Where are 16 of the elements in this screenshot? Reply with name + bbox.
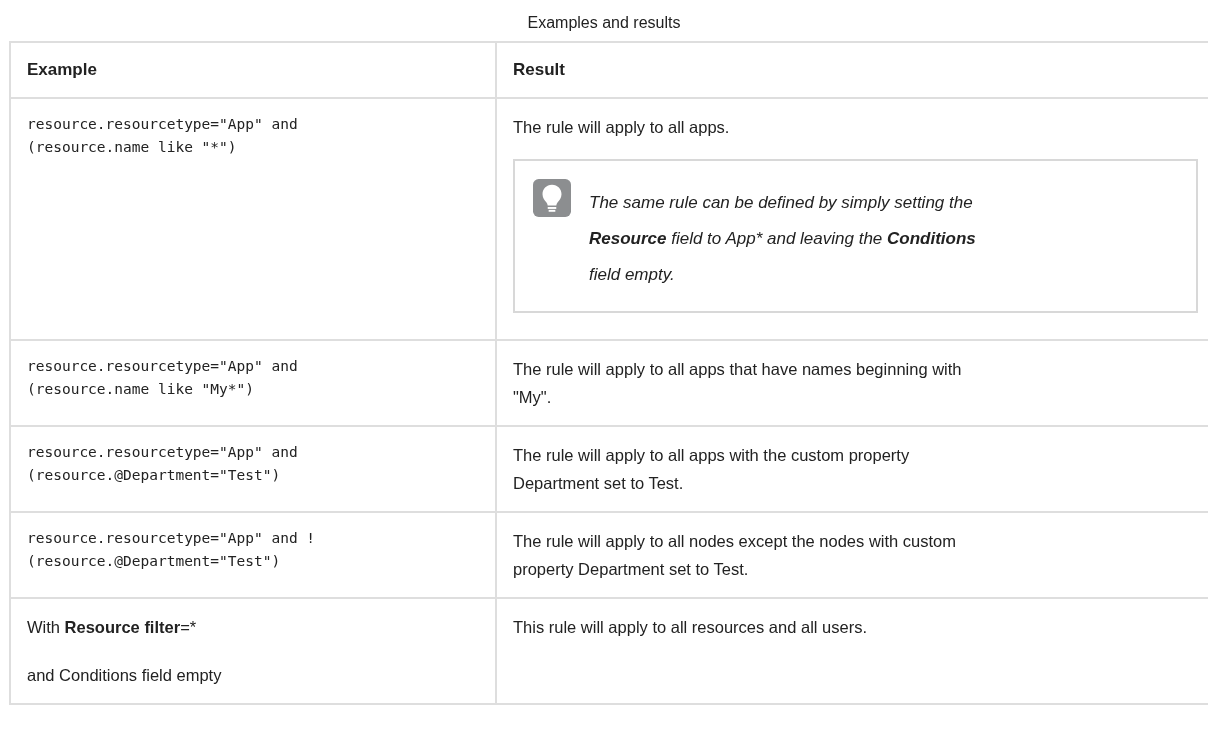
code-example: resource.resourcetype="App" and (resource.name like "*"): [27, 115, 299, 157]
code-example: resource.resourcetype="App" and ! (resource.@Department="Test"): [27, 529, 317, 571]
result-text: The rule will apply to all apps that have names beginning with "My".: [513, 359, 963, 408]
result-text: The rule will apply to all apps.: [513, 117, 731, 138]
result-text: This rule will apply to all resources and all users.: [513, 617, 868, 638]
example-text: With Resource filter=*: [27, 617, 198, 638]
lightbulb-icon: [533, 179, 571, 217]
table-caption: Examples and results: [526, 14, 682, 32]
result-text: The rule will apply to all apps with the custom property Department set to Test.: [513, 445, 911, 494]
code-example: resource.resourcetype="App" and (resource.@Department="Test"): [27, 443, 299, 485]
column-header: Result: [496, 42, 1208, 98]
column-header: Example: [10, 42, 496, 98]
result-text: The rule will apply to all nodes except the nodes with custom property Department set to Test.: [513, 531, 957, 580]
example-text: and Conditions field empty: [27, 665, 223, 686]
code-example: resource.resourcetype="App" and (resource.name like "My*"): [27, 357, 299, 399]
tip-text: The same rule can be defined by simply setting the Resource field to App* and leaving the Conditions field empty.: [589, 192, 976, 286]
